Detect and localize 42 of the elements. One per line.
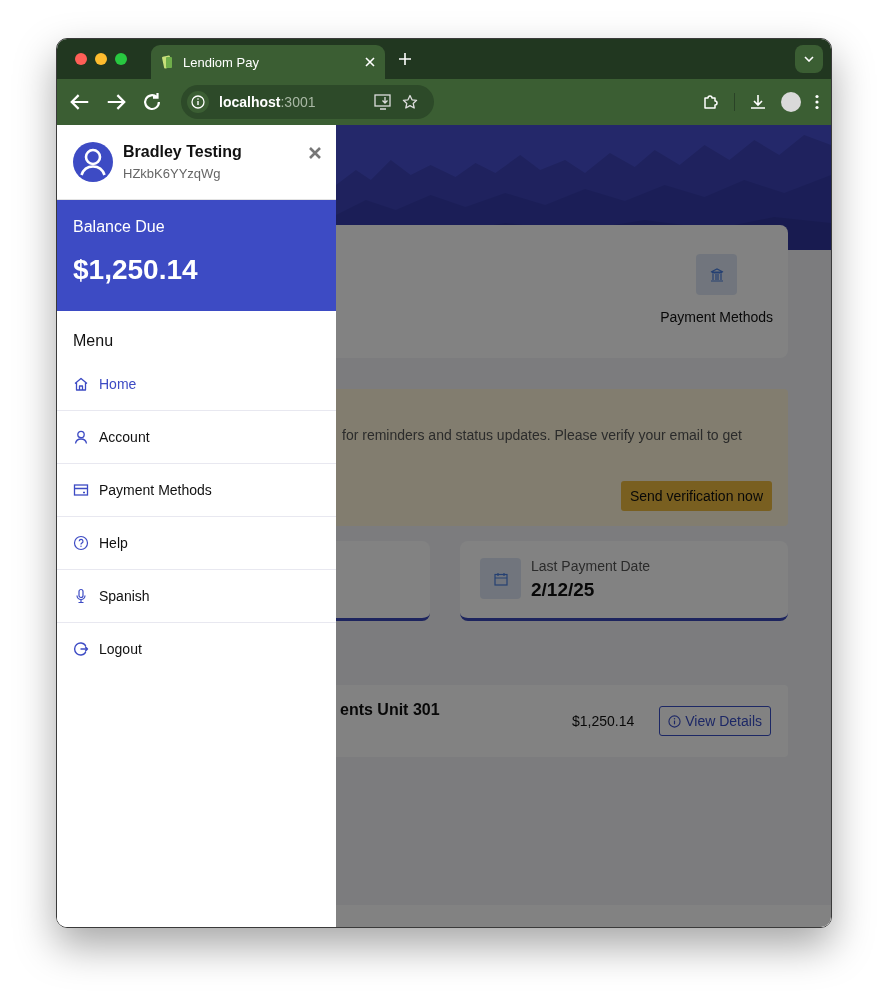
balance-amount: $1,250.14: [73, 254, 199, 286]
extensions-icon[interactable]: [702, 93, 720, 111]
property-amount: $1,250.14: [571, 713, 635, 729]
logout-icon: [73, 641, 89, 657]
maximize-window-button[interactable]: [115, 53, 127, 65]
balance-label: Balance Due: [73, 218, 166, 236]
person-icon: [73, 429, 89, 445]
stat-label: Last Payment Date: [531, 558, 651, 574]
browser-tab[interactable]: Lendiom Pay: [151, 45, 385, 79]
calendar-icon: [480, 558, 521, 599]
home-icon: [73, 376, 89, 392]
app-logo-icon: [161, 54, 175, 70]
alert-text: for reminders and status updates. Please verify your email to get: [342, 427, 743, 443]
reload-icon[interactable]: [141, 91, 163, 113]
new-tab-icon[interactable]: [399, 53, 411, 65]
download-icon[interactable]: [749, 93, 767, 111]
property-name: ents Unit 301: [340, 701, 440, 719]
tab-list-button[interactable]: [795, 45, 823, 73]
info-icon: [668, 714, 682, 728]
tab-title: Lendiom Pay: [183, 54, 260, 70]
minimize-window-button[interactable]: [95, 53, 107, 65]
help-icon: [73, 535, 89, 551]
view-details-button[interactable]: View Details: [659, 706, 771, 736]
menu-heading: Menu: [72, 331, 115, 351]
chevron-down-icon: [804, 56, 814, 62]
payment-methods-link[interactable]: Payment Methods: [660, 309, 773, 325]
user-name: Bradley Testing: [123, 143, 243, 161]
menu-icon[interactable]: [815, 94, 819, 110]
close-icon[interactable]: [308, 146, 322, 160]
address-bar[interactable]: localhost:3001: [181, 85, 434, 119]
stat-value: 2/12/25: [531, 579, 596, 601]
close-window-button[interactable]: [75, 53, 87, 65]
info-icon[interactable]: [187, 91, 209, 113]
profile-avatar[interactable]: [781, 92, 801, 112]
backdrop[interactable]: [336, 125, 831, 927]
user-id: HZkbK6YYzqWg: [123, 166, 222, 181]
star-icon[interactable]: [401, 94, 418, 110]
card-icon: [73, 482, 89, 498]
menu-item[interactable]: Logout: [57, 623, 336, 675]
url-text: localhost:3001: [219, 94, 317, 110]
install-app-icon[interactable]: [373, 94, 392, 110]
user-avatar-icon: [73, 142, 113, 182]
